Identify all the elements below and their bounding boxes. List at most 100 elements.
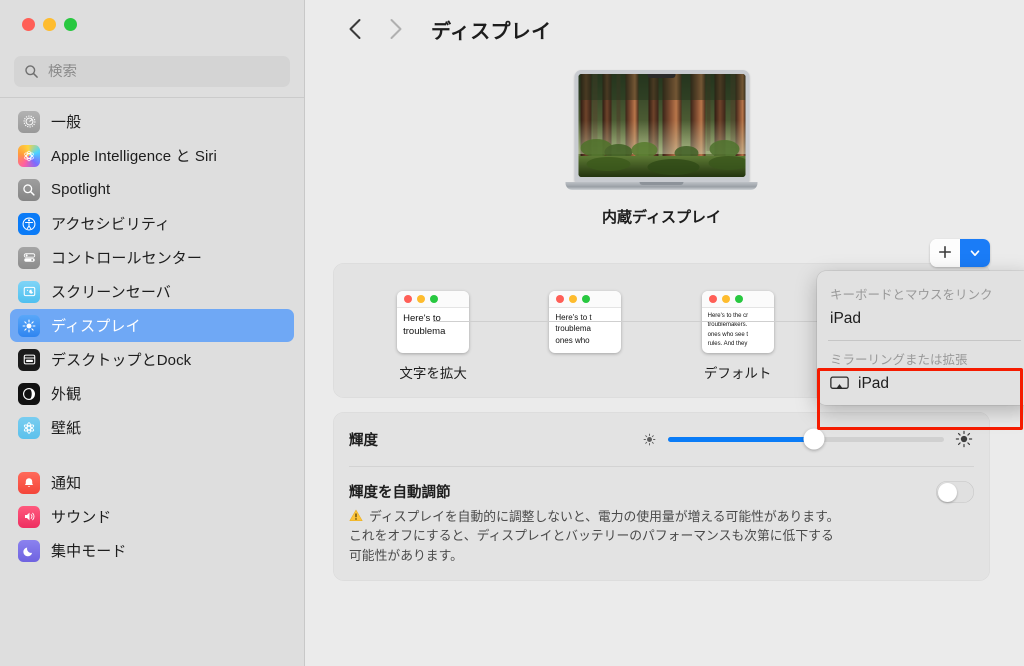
- auto-brightness-warning: ディスプレイを自動的に調整しないと、電力の使用量が増える可能性があります。: [349, 507, 922, 526]
- resolution-option[interactable]: Here's to troublema 文字を拡大: [373, 291, 493, 382]
- preview-text: Here's to t troublema ones who: [549, 308, 621, 346]
- auto-brightness-label: 輝度を自動調節: [349, 481, 922, 502]
- sidebar-item-display[interactable]: ディスプレイ: [10, 309, 294, 342]
- wallpaper-icon: [18, 417, 40, 439]
- auto-brightness-toggle[interactable]: [936, 481, 974, 503]
- sliders-icon: [18, 247, 40, 269]
- sidebar-item-wallpaper[interactable]: 壁紙: [10, 411, 294, 444]
- preview-zoom-dot: [582, 295, 590, 303]
- wallpaper-redwood-forest: [578, 74, 745, 177]
- dock-icon: [18, 349, 40, 371]
- brightness-track[interactable]: [668, 437, 944, 442]
- auto-brightness-note-line-3: 可能性があります。: [349, 546, 922, 565]
- sidebar-item-label: 一般: [51, 111, 81, 132]
- sidebar-item-label: サウンド: [51, 506, 111, 527]
- search-input[interactable]: [48, 64, 280, 80]
- auto-brightness-text: 輝度を自動調節 ディスプレイを自動的に調整しないと、電力の使用量が増える可能性が…: [349, 481, 936, 565]
- resolution-option-label: デフォルト: [704, 362, 772, 382]
- sidebar-item-label: 外観: [51, 383, 81, 404]
- popup-item-label: iPad: [830, 310, 861, 328]
- popup-section-header: キーボードとマウスをリンク: [817, 278, 1024, 306]
- sidebar-item-control-center[interactable]: コントロールセンター: [10, 241, 294, 274]
- sidebar-item-general[interactable]: 一般: [10, 105, 294, 138]
- sidebar-item-label: 集中モード: [51, 540, 127, 561]
- brightness-high-icon: [954, 429, 974, 449]
- sidebar-item-appearance[interactable]: 外観: [10, 377, 294, 410]
- search-icon: [18, 179, 40, 201]
- macbook-illustration: [574, 70, 749, 190]
- moon-icon: [18, 540, 40, 562]
- sidebar-group-2: 通知 サウンド: [0, 462, 304, 571]
- sidebar-item-label: アクセシビリティ: [51, 213, 170, 234]
- system-settings-window: 一般 Apple Intelligence と Siri: [0, 0, 1024, 666]
- sidebar-item-notifications[interactable]: 通知: [10, 466, 294, 499]
- sidebar-item-apple-intelligence-siri[interactable]: Apple Intelligence と Siri: [10, 139, 294, 172]
- preview-zoom-dot: [430, 295, 438, 303]
- chevron-left-icon: [348, 17, 363, 41]
- preview-minimize-dot: [569, 295, 577, 303]
- brightness-fill: [668, 437, 814, 442]
- sidebar-item-label: コントロールセンター: [51, 247, 202, 268]
- brightness-panel: 輝度: [333, 412, 990, 581]
- sidebar-item-sound[interactable]: サウンド: [10, 500, 294, 533]
- sidebar-item-label: Spotlight: [51, 181, 110, 198]
- preview-close-dot: [404, 295, 412, 303]
- popup-divider: [828, 340, 1021, 341]
- back-button[interactable]: [335, 9, 375, 49]
- appearance-icon: [18, 383, 40, 405]
- display-options-popup-menu: キーボードとマウスをリンク iPad ミラーリングまたは拡張 iPad: [817, 271, 1024, 405]
- preview-text: Here's to troublema: [397, 308, 469, 338]
- resolution-option[interactable]: Here's to t troublema ones who: [525, 291, 645, 362]
- brightness-label: 輝度: [349, 429, 378, 450]
- brightness-knob[interactable]: [804, 429, 825, 450]
- resolution-option[interactable]: Here's to the cr troublemakers. ones who…: [678, 291, 798, 382]
- preview-minimize-dot: [722, 295, 730, 303]
- sidebar-item-label: ディスプレイ: [51, 315, 141, 336]
- auto-brightness-row: 輝度を自動調節 ディスプレイを自動的に調整しないと、電力の使用量が増える可能性が…: [333, 467, 990, 581]
- chevron-down-icon: [969, 247, 981, 259]
- popup-item-mirror-extend-ipad[interactable]: iPad: [817, 371, 1024, 399]
- preview-window-controls: [549, 291, 621, 308]
- brightness-row: 輝度: [333, 412, 990, 466]
- preview-zoom-dot: [735, 295, 743, 303]
- popup-section-header: ミラーリングまたは拡張: [817, 343, 1024, 371]
- search-box[interactable]: [14, 56, 290, 87]
- sidebar-item-spotlight[interactable]: Spotlight: [10, 173, 294, 206]
- zoom-button[interactable]: [64, 18, 77, 31]
- forward-button[interactable]: [375, 9, 415, 49]
- minimize-button[interactable]: [43, 18, 56, 31]
- display-preview-area: 内蔵ディスプレイ: [333, 58, 990, 263]
- sidebar-item-desktop-dock[interactable]: デスクトップとDock: [10, 343, 294, 376]
- sidebar-item-label: デスクトップとDock: [51, 349, 191, 370]
- screensaver-icon: [18, 281, 40, 303]
- sidebar-item-label: 通知: [51, 472, 81, 493]
- window-traffic-lights: [0, 0, 304, 48]
- bell-icon: [18, 472, 40, 494]
- sidebar-item-screensaver[interactable]: スクリーンセーバ: [10, 275, 294, 308]
- sidebar-item-focus[interactable]: 集中モード: [10, 534, 294, 567]
- brightness-slider[interactable]: [641, 429, 974, 449]
- preview-minimize-dot: [417, 295, 425, 303]
- resolution-preview-thumb: Here's to the cr troublemakers. ones who…: [702, 291, 774, 353]
- preview-window-controls: [397, 291, 469, 308]
- speaker-icon: [18, 506, 40, 528]
- chevron-right-icon: [388, 17, 403, 41]
- accessibility-icon: [18, 213, 40, 235]
- sidebar-item-label: 壁紙: [51, 417, 81, 438]
- resolution-option-label: 文字を拡大: [399, 362, 467, 382]
- gear-icon: [18, 111, 40, 133]
- auto-brightness-note-line-1: ディスプレイを自動的に調整しないと、電力の使用量が増える可能性があります。: [369, 507, 839, 526]
- resolution-preview-thumb: Here's to troublema: [397, 291, 469, 353]
- brightness-low-icon: [641, 431, 658, 448]
- auto-brightness-note-line-2: これをオフにすると、ディスプレイとバッテリーのパフォーマンスも次第に低下する: [349, 526, 922, 545]
- sidebar-item-accessibility[interactable]: アクセシビリティ: [10, 207, 294, 240]
- toggle-knob: [938, 483, 957, 502]
- page-title: ディスプレイ: [431, 15, 551, 44]
- macbook-lid: [574, 70, 749, 182]
- preview-text: Here's to the cr troublemakers. ones who…: [702, 308, 774, 349]
- display-name-label: 内蔵ディスプレイ: [602, 206, 721, 227]
- popup-item-link-keyboard-mouse-ipad[interactable]: iPad: [817, 306, 1024, 334]
- sidebar-item-label: Apple Intelligence と Siri: [51, 145, 217, 166]
- close-button[interactable]: [22, 18, 35, 31]
- sidebar: 一般 Apple Intelligence と Siri: [0, 0, 305, 666]
